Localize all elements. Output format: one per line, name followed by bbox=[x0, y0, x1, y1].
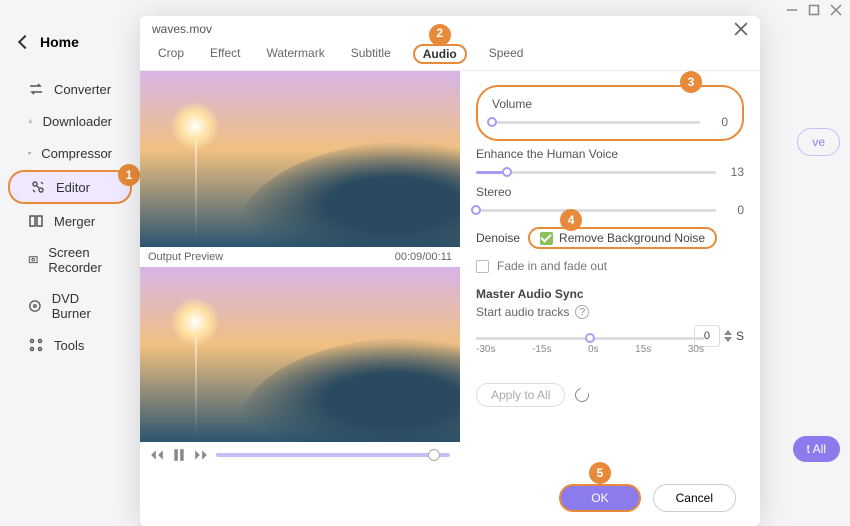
merger-icon bbox=[28, 213, 44, 229]
tab-subtitle[interactable]: Subtitle bbox=[347, 44, 395, 64]
tab-watermark[interactable]: Watermark bbox=[262, 44, 328, 64]
sidebar-item-compressor[interactable]: Compressor bbox=[8, 138, 132, 168]
sidebar-item-label: Converter bbox=[54, 82, 111, 97]
original-preview bbox=[140, 71, 460, 247]
bg-button-2[interactable]: t All bbox=[793, 436, 840, 462]
modal-title: waves.mov bbox=[152, 22, 212, 36]
download-icon bbox=[28, 113, 33, 129]
tools-icon bbox=[28, 337, 44, 353]
preview-label: Output Preview bbox=[148, 251, 223, 263]
sidebar-item-dvd-burner[interactable]: DVD Burner bbox=[8, 284, 132, 328]
sidebar-item-label: Editor bbox=[56, 180, 90, 195]
sidebar-item-tools[interactable]: Tools bbox=[8, 330, 132, 360]
preview-pane: Output Preview 00:09/00:11 bbox=[140, 71, 460, 476]
tab-speed[interactable]: Speed bbox=[485, 44, 528, 64]
back-icon bbox=[18, 35, 32, 49]
compressor-icon bbox=[28, 145, 31, 161]
sidebar-item-label: Screen Recorder bbox=[48, 245, 112, 275]
stereo-slider[interactable] bbox=[476, 209, 716, 212]
step-badge-5: 5 bbox=[589, 462, 611, 484]
enhance-label: Enhance the Human Voice bbox=[476, 147, 744, 161]
reset-icon[interactable] bbox=[573, 385, 592, 404]
sync-step-up[interactable] bbox=[724, 330, 732, 335]
remove-noise-label: Remove Background Noise bbox=[559, 231, 705, 245]
editor-icon bbox=[30, 179, 46, 195]
preview-time: 00:09/00:11 bbox=[395, 251, 452, 263]
sidebar-item-label: Merger bbox=[54, 214, 95, 229]
apply-to-all-button[interactable]: Apply to All bbox=[476, 383, 565, 407]
next-button[interactable] bbox=[194, 448, 208, 462]
step-badge-2: 2 bbox=[436, 26, 443, 40]
home-label: Home bbox=[40, 34, 79, 50]
step-badge-4: 4 bbox=[560, 209, 582, 231]
step-badge-1: 1 bbox=[118, 164, 140, 186]
home-nav[interactable]: Home bbox=[0, 28, 140, 56]
tab-crop[interactable]: Crop bbox=[154, 44, 188, 64]
ok-button[interactable]: OK bbox=[559, 484, 640, 512]
sidebar-item-label: Tools bbox=[54, 338, 84, 353]
sync-ticks: -30s -15s 0s 15s 30s bbox=[476, 344, 704, 355]
denoise-label: Denoise bbox=[476, 231, 520, 245]
start-tracks-label: Start audio tracks bbox=[476, 305, 569, 319]
tab-effect[interactable]: Effect bbox=[206, 44, 244, 64]
tab-audio[interactable]: 2 Audio bbox=[413, 44, 467, 64]
sidebar-item-label: Downloader bbox=[43, 114, 112, 129]
audio-settings-pane: 3 Volume 0 Enhance the Human Voice 13 St… bbox=[460, 71, 760, 476]
remove-noise-checkbox[interactable]: 4 Remove Background Noise bbox=[528, 227, 717, 249]
output-preview bbox=[140, 267, 460, 443]
fade-checkbox[interactable]: Fade in and fade out bbox=[476, 259, 744, 273]
step-badge-3: 3 bbox=[680, 71, 702, 93]
checkbox-icon bbox=[476, 260, 489, 273]
stereo-value: 0 bbox=[724, 203, 744, 217]
modal-close-button[interactable] bbox=[734, 22, 748, 36]
master-sync-title: Master Audio Sync bbox=[476, 287, 744, 301]
sidebar-item-converter[interactable]: Converter bbox=[8, 74, 132, 104]
fade-label: Fade in and fade out bbox=[497, 259, 607, 273]
seek-slider[interactable] bbox=[216, 453, 450, 457]
sidebar: Home Converter Downloader Compressor Edi… bbox=[0, 0, 140, 526]
stereo-label: Stereo bbox=[476, 185, 744, 199]
enhance-slider[interactable] bbox=[476, 171, 716, 174]
editor-modal: waves.mov Crop Effect Watermark Subtitle… bbox=[140, 16, 760, 526]
converter-icon bbox=[28, 81, 44, 97]
prev-button[interactable] bbox=[150, 448, 164, 462]
sidebar-item-editor[interactable]: Editor 1 bbox=[8, 170, 132, 204]
minimize-button[interactable] bbox=[786, 4, 798, 16]
background-panel: ve t All bbox=[770, 60, 840, 480]
sidebar-item-downloader[interactable]: Downloader bbox=[8, 106, 132, 136]
enhance-value: 13 bbox=[724, 165, 744, 179]
help-icon[interactable]: ? bbox=[575, 305, 589, 319]
volume-value: 0 bbox=[708, 115, 728, 129]
cancel-button[interactable]: Cancel bbox=[653, 484, 736, 512]
window-close-button[interactable] bbox=[830, 4, 842, 16]
volume-slider[interactable] bbox=[492, 121, 700, 124]
editor-tabs: Crop Effect Watermark Subtitle 2 Audio S… bbox=[140, 36, 760, 71]
sync-step-down[interactable] bbox=[724, 337, 732, 342]
dvd-icon bbox=[28, 298, 42, 314]
check-icon bbox=[540, 232, 553, 245]
sidebar-item-screen-recorder[interactable]: Screen Recorder bbox=[8, 238, 132, 282]
pause-button[interactable] bbox=[172, 448, 186, 462]
bg-button-1[interactable]: ve bbox=[797, 128, 840, 156]
sidebar-item-label: Compressor bbox=[41, 146, 112, 161]
sidebar-item-label: DVD Burner bbox=[52, 291, 112, 321]
volume-label: Volume bbox=[492, 97, 728, 111]
sync-slider[interactable] bbox=[476, 337, 704, 340]
sync-unit: S bbox=[736, 329, 744, 343]
sidebar-item-merger[interactable]: Merger bbox=[8, 206, 132, 236]
screen-recorder-icon bbox=[28, 252, 38, 268]
maximize-button[interactable] bbox=[808, 4, 820, 16]
